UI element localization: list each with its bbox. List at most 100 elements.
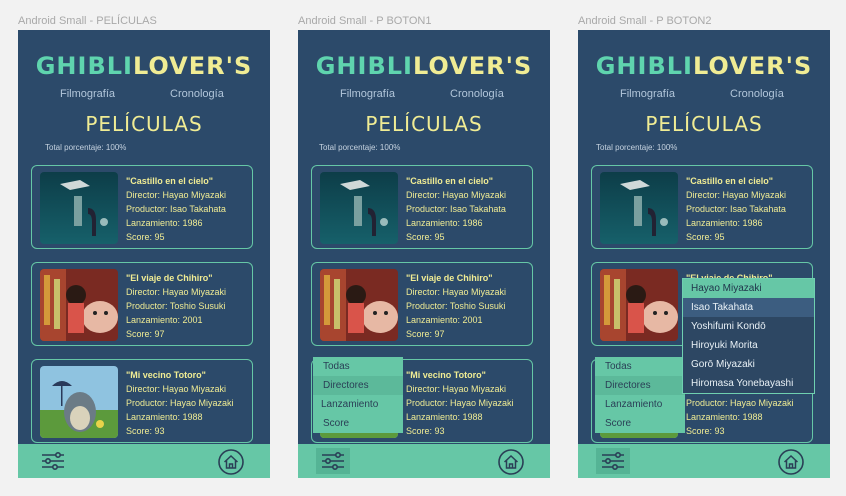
movie-score: Score: 97 [126, 329, 165, 339]
filter-button[interactable] [36, 448, 70, 474]
movie-producer: Productor: Hayao Miyazaki [126, 398, 234, 408]
directors-submenu: Hayao Miyazaki Isao Takahata Yoshifumi K… [682, 278, 815, 394]
frame-label: Android Small - PELÍCULAS [18, 15, 157, 27]
movie-release: Lanzamiento: 1988 [126, 412, 203, 422]
movie-score: Score: 95 [126, 232, 165, 242]
movie-title: "Castillo en el cielo" [406, 176, 494, 186]
movie-card-chihiro[interactable]: "El viaje de Chihiro" Director: Hayao Mi… [311, 262, 533, 346]
nav-cronologia[interactable]: Cronología [730, 88, 784, 100]
movie-release: Lanzamiento: 1986 [686, 218, 763, 228]
total-percentage: Total porcentaje: 100% [319, 143, 401, 152]
movie-producer: Productor: Isao Takahata [406, 204, 506, 214]
sliders-icon [322, 452, 344, 470]
poster-castillo-image [600, 172, 678, 244]
movie-director: Director: Hayao Miyazaki [406, 384, 507, 394]
filter-menu: Todas Directores Lanzamiento Score [595, 357, 685, 433]
frame-label: Android Small - P BOTON1 [298, 15, 432, 27]
total-percentage: Total porcentaje: 100% [45, 143, 127, 152]
movie-title: "El viaje de Chihiro" [406, 273, 493, 283]
movie-score: Score: 95 [406, 232, 445, 242]
menu-item-score[interactable]: Score [313, 414, 403, 433]
filter-button[interactable] [316, 448, 350, 474]
poster-castillo-image [40, 172, 118, 244]
movie-card-totoro[interactable]: "Mi vecino Totoro" Director: Hayao Miyaz… [31, 359, 253, 443]
menu-item-todas[interactable]: Todas [313, 357, 403, 376]
filter-button[interactable] [596, 448, 630, 474]
menu-item-directores[interactable]: Directores [313, 376, 403, 395]
director-option[interactable]: Hiroyuki Morita [683, 336, 814, 355]
movie-score: Score: 93 [126, 426, 165, 436]
movie-director: Director: Hayao Miyazaki [406, 190, 507, 200]
movie-title: "Mi vecino Totoro" [406, 370, 486, 380]
page-title: PELÍCULAS [85, 112, 203, 136]
movie-producer: Productor: Isao Takahata [126, 204, 226, 214]
menu-item-score[interactable]: Score [595, 414, 685, 433]
filter-menu: Todas Directores Lanzamiento Score [313, 357, 403, 433]
movie-producer: Productor: Toshio Susuki [406, 301, 506, 311]
movie-title: "Castillo en el cielo" [686, 176, 774, 186]
movie-release: Lanzamiento: 2001 [406, 315, 483, 325]
director-option[interactable]: Hiromasa Yonebayashi [683, 374, 814, 393]
movie-card-castillo[interactable]: "Castillo en el cielo" Director: Hayao M… [311, 165, 533, 249]
bottom-bar [578, 444, 830, 478]
movie-release: Lanzamiento: 1986 [406, 218, 483, 228]
movie-release: Lanzamiento: 2001 [126, 315, 203, 325]
home-icon [778, 449, 804, 475]
movie-score: Score: 93 [686, 426, 725, 436]
poster-chihiro-image [320, 269, 398, 341]
menu-item-todas[interactable]: Todas [595, 357, 685, 376]
page-title: PELÍCULAS [645, 112, 763, 136]
nav-filmografia[interactable]: Filmografía [60, 88, 115, 100]
movie-director: Director: Hayao Miyazaki [126, 287, 227, 297]
movie-score: Score: 93 [406, 426, 445, 436]
movie-director: Director: Hayao Miyazaki [126, 384, 227, 394]
app-title: GHIBLILOVER'S [315, 52, 533, 80]
page-title: PELÍCULAS [365, 112, 483, 136]
movie-release: Lanzamiento: 1988 [406, 412, 483, 422]
director-option[interactable]: Hayao Miyazaki [683, 279, 814, 298]
home-button[interactable] [217, 448, 245, 476]
movie-score: Score: 95 [686, 232, 725, 242]
movie-title: "El viaje de Chihiro" [126, 273, 213, 283]
movie-card-chihiro[interactable]: "El viaje de Chihiro" Director: Hayao Mi… [31, 262, 253, 346]
director-option[interactable]: Yoshifumi Kondō [683, 317, 814, 336]
movie-producer: Productor: Hayao Miyazaki [406, 398, 514, 408]
movie-release: Lanzamiento: 1986 [126, 218, 203, 228]
nav-filmografia[interactable]: Filmografía [340, 88, 395, 100]
movie-director: Director: Hayao Miyazaki [126, 190, 227, 200]
director-option[interactable]: Isao Takahata [683, 298, 814, 317]
nav-cronologia[interactable]: Cronología [450, 88, 504, 100]
nav-filmografia[interactable]: Filmografía [620, 88, 675, 100]
home-button[interactable] [497, 448, 525, 476]
movie-producer: Productor: Toshio Susuki [126, 301, 226, 311]
movie-producer: Productor: Isao Takahata [686, 204, 786, 214]
movie-director: Director: Hayao Miyazaki [686, 190, 787, 200]
menu-item-lanzamiento[interactable]: Lanzamiento [313, 395, 403, 414]
poster-chihiro-image [600, 269, 678, 341]
app-title: GHIBLILOVER'S [35, 52, 253, 80]
sliders-icon [42, 452, 64, 470]
poster-chihiro-image [40, 269, 118, 341]
movie-card-castillo[interactable]: "Castillo en el cielo" Director: Hayao M… [31, 165, 253, 249]
movie-director: Director: Hayao Miyazaki [406, 287, 507, 297]
total-percentage: Total porcentaje: 100% [596, 143, 678, 152]
movie-producer: Productor: Hayao Miyazaki [686, 398, 794, 408]
phone-screen-boton2: GHIBLILOVER'S Filmografía Cronología PEL… [578, 30, 830, 478]
movie-title: "Castillo en el cielo" [126, 176, 214, 186]
home-icon [498, 449, 524, 475]
app-title: GHIBLILOVER'S [595, 52, 813, 80]
poster-castillo-image [320, 172, 398, 244]
nav-cronologia[interactable]: Cronología [170, 88, 224, 100]
director-option[interactable]: Gorō Miyazaki [683, 355, 814, 374]
sliders-icon [602, 452, 624, 470]
poster-totoro-image [40, 366, 118, 438]
movie-release: Lanzamiento: 1988 [686, 412, 763, 422]
movie-card-castillo[interactable]: "Castillo en el cielo" Director: Hayao M… [591, 165, 813, 249]
movie-title: "Mi vecino Totoro" [126, 370, 206, 380]
bottom-bar [298, 444, 550, 478]
home-icon [218, 449, 244, 475]
menu-item-lanzamiento[interactable]: Lanzamiento [595, 395, 685, 414]
menu-item-directores[interactable]: Directores [595, 376, 685, 395]
home-button[interactable] [777, 448, 805, 476]
phone-screen-boton1: GHIBLILOVER'S Filmografía Cronología PEL… [298, 30, 550, 478]
